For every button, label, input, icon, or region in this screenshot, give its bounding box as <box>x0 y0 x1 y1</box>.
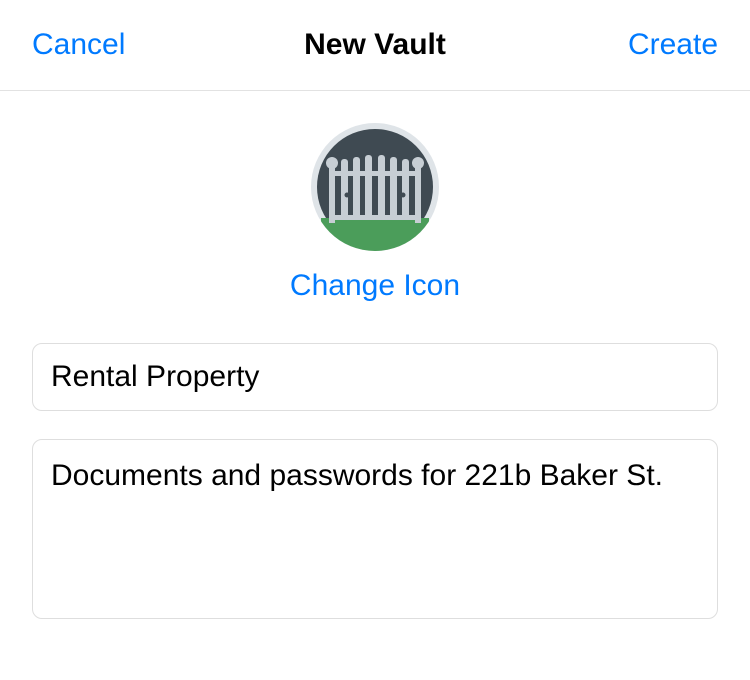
create-button[interactable]: Create <box>628 28 718 62</box>
vault-name-input[interactable] <box>32 343 718 411</box>
page-title: New Vault <box>304 28 446 62</box>
cancel-button[interactable]: Cancel <box>32 28 125 62</box>
content-area: Change Icon <box>0 91 750 624</box>
form-fields <box>32 343 718 624</box>
gate-icon <box>311 123 439 251</box>
change-icon-button[interactable]: Change Icon <box>290 269 460 303</box>
vault-description-input[interactable] <box>32 439 718 619</box>
nav-bar: Cancel New Vault Create <box>0 0 750 91</box>
vault-icon-preview[interactable] <box>311 123 439 251</box>
